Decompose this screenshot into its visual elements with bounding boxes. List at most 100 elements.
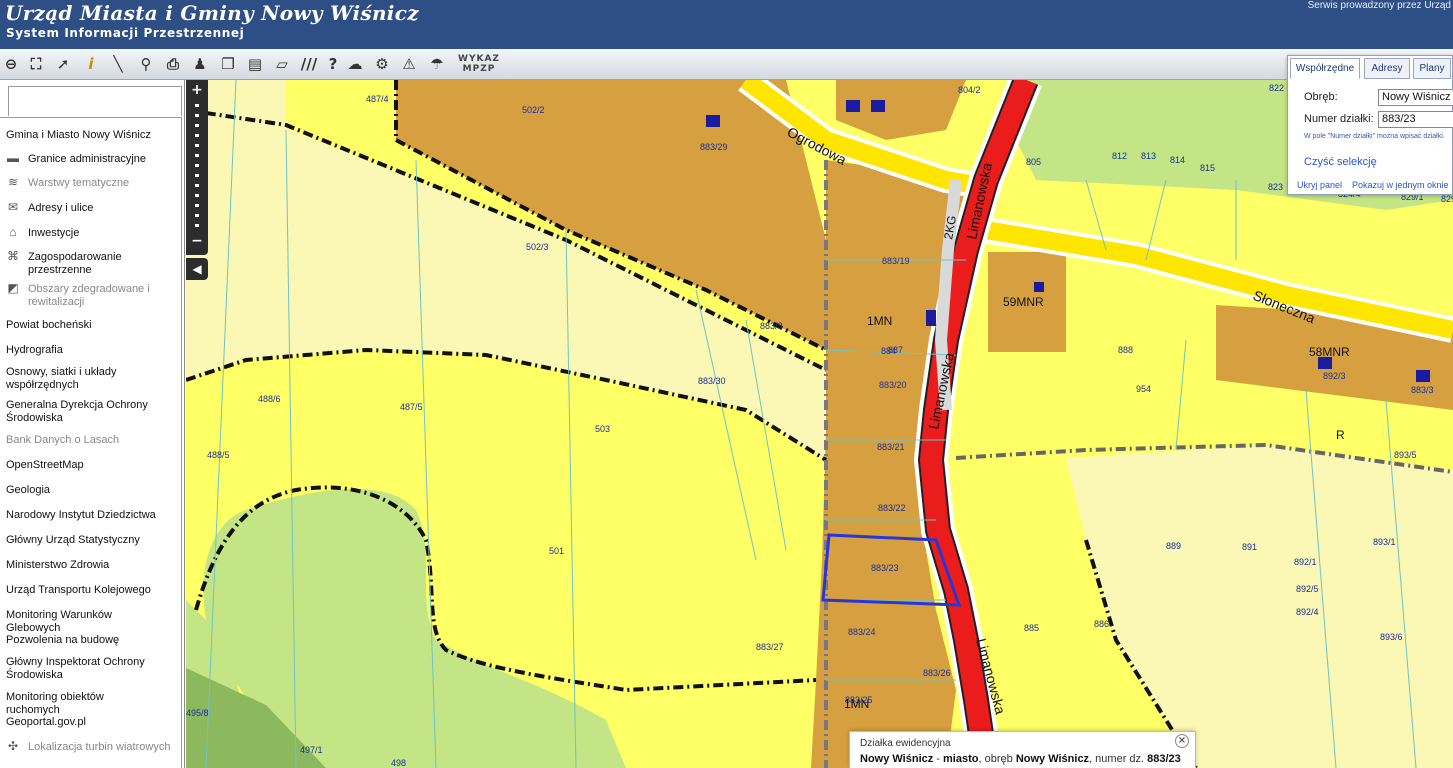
parcel-label: 823	[1268, 182, 1283, 192]
envelope-icon: ✉	[7, 200, 19, 214]
parcel-label: 892/5	[1296, 584, 1319, 594]
parcel-label: 954	[1136, 384, 1151, 394]
parcel-label: 804/2	[958, 85, 981, 95]
dzialka-hint: W pole "Numer działki" można wpisać dzia…	[1304, 133, 1445, 140]
layer-list: Gmina i Miasto Nowy Wiśnicz ▬ Granice admi…	[0, 117, 182, 768]
layer-label: Monitoring Warunków Glebowych	[6, 609, 112, 634]
popup-obreb-name: Nowy Wiśnicz	[860, 753, 934, 765]
popup-parcel-number: 883/23	[1147, 753, 1181, 765]
parcel-label: 502/2	[522, 105, 545, 115]
parcel-label: 893/6	[1380, 632, 1403, 642]
help-icon[interactable]: ?	[322, 53, 344, 75]
zoom-in-button[interactable]: +	[186, 82, 208, 98]
layer-label: Zagospodarowanie przestrzenne	[28, 251, 122, 276]
parcel-label: 892/3	[1323, 371, 1346, 381]
measure-area-icon[interactable]: ⚲	[135, 53, 157, 75]
parcel-label: 487/5	[400, 402, 423, 412]
layer-label: Bank Danych o Lasach	[6, 434, 120, 446]
layer-label: Narodowy Instytut Dziedzictwa	[6, 509, 156, 521]
parcel-label: 487/4	[366, 94, 389, 104]
chat-icon[interactable]: ☂	[426, 53, 448, 75]
popup-obreb-name-2: Nowy Wiśnicz	[1015, 753, 1090, 765]
popup-title: Działka ewidencyjna	[860, 738, 951, 749]
parcel-label: 883/27	[756, 642, 784, 652]
collapse-panel-button[interactable]: ◀	[186, 258, 208, 280]
parcel-label: 501	[549, 546, 564, 556]
layer-panel-tab[interactable]	[8, 86, 182, 116]
parcel-label: 883/3	[1411, 385, 1434, 395]
parcel-label: 893/1	[1373, 537, 1396, 547]
comment-icon[interactable]: ▱	[271, 53, 293, 75]
settings-icon[interactable]: ⚙	[371, 53, 393, 75]
light-yellow-zone	[1066, 445, 1453, 768]
zone-label: R	[1336, 428, 1345, 442]
zoom-out-icon[interactable]: ⊖	[0, 53, 22, 75]
wykaz-mpzp-button[interactable]: WYKAZ MPZP	[455, 53, 503, 75]
zoom-out-button[interactable]: −	[186, 233, 208, 249]
parcel-label: 503	[595, 424, 610, 434]
parcel-label: 888	[1118, 345, 1133, 355]
parcel-label: 883/22	[878, 503, 906, 513]
parcel-label: 502/3	[526, 242, 549, 252]
parcel-label: 822	[1269, 83, 1284, 93]
wind-turbine-icon: ✣	[7, 739, 19, 753]
zoom-control: + −	[186, 80, 208, 255]
hide-panel-link[interactable]: Ukryj panel	[1297, 180, 1342, 190]
parcel-label: 892/4	[1296, 607, 1319, 617]
zoom-slider[interactable]	[195, 104, 199, 234]
zone-label: 1MN	[844, 697, 869, 711]
map-canvas[interactable]: 487/4 502/2 883/29 804/2 805 812 813 814 815 822 8…	[186, 80, 1453, 768]
layer-label: Warstwy tematyczne	[28, 177, 130, 189]
app-subtitle: System Informacji Przestrzennej	[6, 26, 245, 40]
tab-wspolrzedne[interactable]: Współrzędne	[1290, 58, 1360, 79]
map-view[interactable]: 487/4 502/2 883/29 804/2 805 812 813 814 815 822 8…	[186, 80, 1453, 768]
parcel-label: 497/1	[300, 745, 323, 755]
planning-icon: ⌘	[7, 249, 19, 263]
hatch-icon[interactable]: ///	[298, 53, 320, 75]
investment-icon: ⌂	[9, 225, 17, 239]
parcel-label: 883/30	[698, 376, 726, 386]
popup-separator: -	[933, 753, 944, 765]
popup-text: , obręb	[978, 753, 1016, 765]
parcel-label: 805	[1026, 157, 1041, 167]
layer-label: Główny Urząd Statystyczny	[6, 534, 140, 546]
obreb-select[interactable]: Nowy Wiśnicz	[1378, 89, 1453, 106]
parcel-label: 498	[391, 758, 406, 768]
show-one-window-link[interactable]: Pokazuj w jednym oknie	[1352, 180, 1449, 190]
parcel-label: 488/5	[207, 450, 230, 460]
zone-label: 1MN	[867, 314, 892, 328]
warning-icon[interactable]: ⚠	[398, 53, 420, 75]
close-icon[interactable]: ×	[1175, 734, 1189, 748]
layer-label: Ministerstwo Zdrowia	[6, 559, 110, 571]
cloud-icon[interactable]: ☁	[344, 53, 366, 75]
zoom-extent-icon[interactable]: ⛶	[25, 53, 47, 75]
parcel-label: 883/21	[877, 442, 905, 452]
layer-label: Lokalizacja turbin wiatrowych	[28, 741, 171, 753]
layer-label: Gmina i Miasto Nowy Wiśnicz	[6, 129, 151, 141]
layer-label: Adresy i ulice	[28, 202, 94, 214]
dzialka-input[interactable]: 883/23	[1378, 111, 1453, 128]
pointer-icon[interactable]: ➚	[52, 53, 74, 75]
tab-adresy[interactable]: Adresy	[1364, 58, 1410, 79]
layer-label: Powiat bocheński	[6, 319, 92, 331]
parcel-label: 887	[888, 345, 903, 355]
map-toolbar: ⊖ ⛶ ➚ i ╲ ⚲ ⎙ ♟ ❐ ▤ ▱ /// ? ☁ ⚙ ⚠ ☂ WYKA…	[0, 49, 1453, 80]
layer-label: Generalna Dyrekcja Ochrony Środowiska	[6, 399, 148, 424]
layout-icon[interactable]: ▤	[244, 53, 266, 75]
print-icon[interactable]: ⎙	[162, 53, 184, 75]
layer-label: Monitoring obiektów ruchomych	[6, 691, 104, 716]
obreb-label: Obręb:	[1304, 91, 1338, 103]
street-view-icon[interactable]: ♟	[189, 53, 211, 75]
parcel-label: 886	[1094, 619, 1109, 629]
layer-label: Osnowy, siatki i układy współrzędnych	[6, 366, 117, 391]
parcel-label: 812	[1112, 151, 1127, 161]
info-icon[interactable]: i	[80, 53, 102, 75]
tab-plany[interactable]: Plany	[1413, 58, 1451, 79]
copy-icon[interactable]: ❐	[217, 53, 239, 75]
clear-selection-link[interactable]: Czyść selekcję	[1304, 156, 1377, 168]
layer-label: Główny Inspektorat Ochrony Środowiska	[6, 656, 145, 681]
measure-line-icon[interactable]: ╲	[107, 53, 129, 75]
layer-label: Obszary zdegradowane i rewitalizacji	[28, 283, 150, 308]
degraded-area-icon: ◩	[7, 281, 19, 295]
layer-label: Geoportal.gov.pl	[6, 716, 86, 728]
